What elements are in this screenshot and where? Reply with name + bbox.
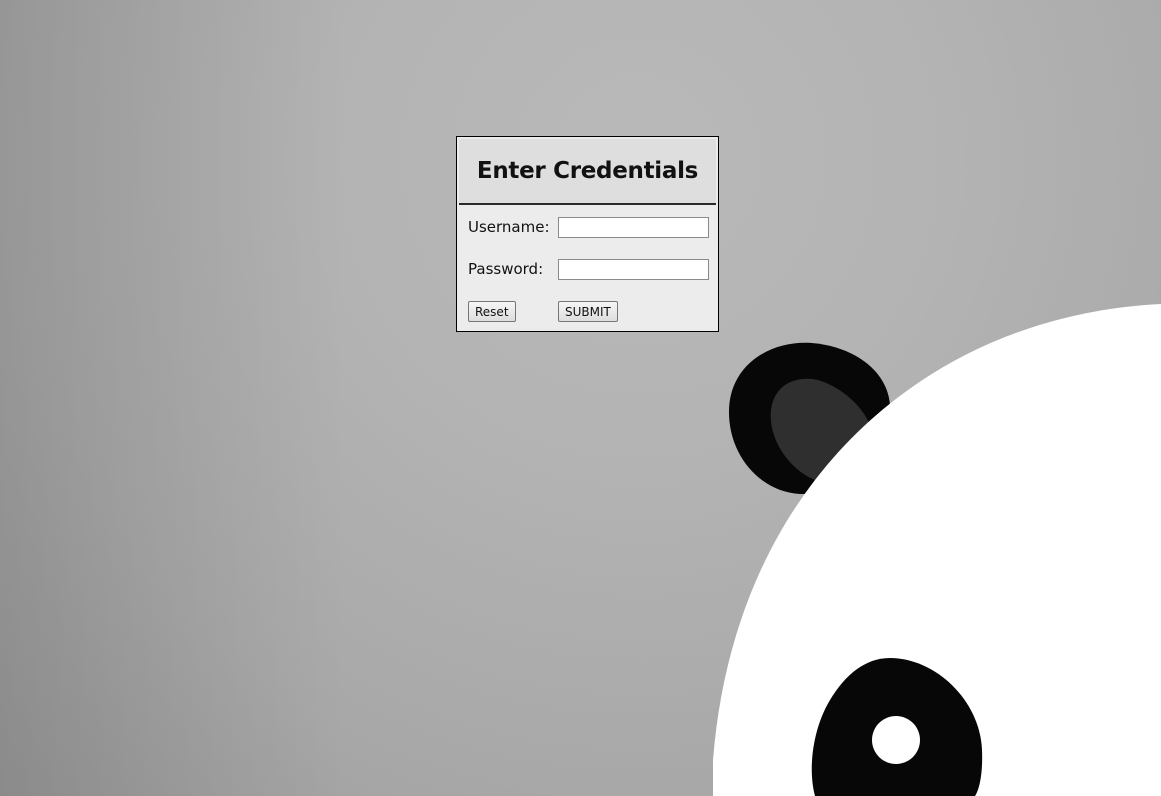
login-title: Enter Credentials [476, 158, 699, 184]
password-input[interactable] [558, 259, 709, 280]
panda-head [713, 304, 1161, 796]
login-header: Enter Credentials [459, 139, 716, 205]
reset-button[interactable]: Reset [468, 301, 516, 322]
panda-illustration [713, 304, 1161, 796]
username-input[interactable] [558, 217, 709, 238]
background-shade [0, 0, 1161, 796]
submit-button[interactable]: SUBMIT [558, 301, 618, 322]
panda-eye [811, 658, 983, 796]
panda-ear [728, 342, 891, 495]
username-label: Username: [468, 218, 550, 236]
password-label: Password: [468, 260, 544, 278]
login-form: Enter Credentials Username: Password: Re… [456, 136, 719, 332]
